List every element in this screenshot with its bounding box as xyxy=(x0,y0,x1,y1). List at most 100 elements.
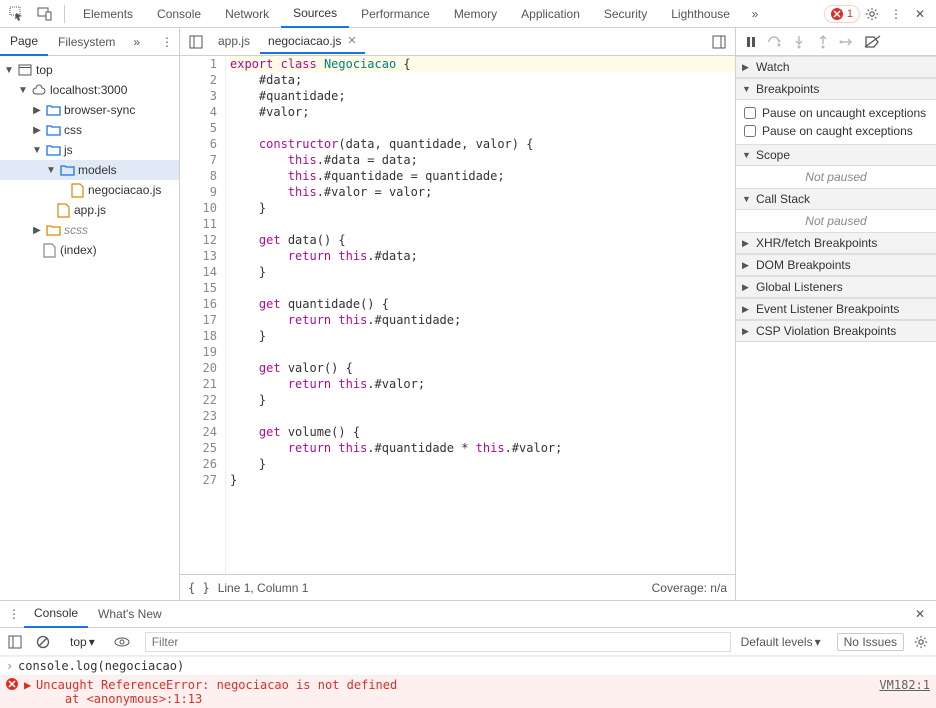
tree-label: top xyxy=(36,63,53,77)
drawer-tab-whatsnew[interactable]: What's New xyxy=(88,600,172,628)
folder-icon xyxy=(60,163,74,177)
close-devtools-icon[interactable]: ✕ xyxy=(908,2,932,26)
deactivate-breakpoints-icon[interactable] xyxy=(862,31,884,53)
context-selector[interactable]: top▾ xyxy=(66,635,99,649)
drawer-close-icon[interactable]: ✕ xyxy=(908,607,932,621)
step-out-icon[interactable] xyxy=(812,31,834,53)
pause-icon[interactable] xyxy=(740,31,762,53)
navigator-tab-filesystem[interactable]: Filesystem xyxy=(48,28,125,56)
tree-node-appjs[interactable]: app.js xyxy=(0,200,179,220)
error-message: Uncaught ReferenceError: negociacao is n… xyxy=(36,678,397,706)
console-input-line[interactable]: › console.log(negociacao) xyxy=(0,656,936,675)
line-gutter: 1234567891011121314151617181920212223242… xyxy=(180,56,226,574)
tree-label: scss xyxy=(64,223,88,237)
clear-console-icon[interactable] xyxy=(32,631,54,653)
tab-performance[interactable]: Performance xyxy=(349,0,442,28)
section-callstack[interactable]: ▼Call Stack xyxy=(736,188,936,210)
tree-node-js[interactable]: ▼ js xyxy=(0,140,179,160)
main-area: ▼ top ▼ localhost:3000 ▶ browser-sync ▶ … xyxy=(0,56,936,600)
navigator-tabs: Page Filesystem » ⋮ xyxy=(0,28,180,55)
checkbox-label: Pause on caught exceptions xyxy=(762,124,913,138)
window-icon xyxy=(18,63,32,77)
toggle-debugger-icon[interactable] xyxy=(707,30,731,54)
navigator-tab-page[interactable]: Page xyxy=(0,28,48,56)
error-source-link[interactable]: VM182:1 xyxy=(879,678,930,692)
tab-application[interactable]: Application xyxy=(509,0,592,28)
more-tabs-icon[interactable]: » xyxy=(742,1,768,27)
coverage-status: Coverage: n/a xyxy=(652,581,727,595)
navigator-kebab-icon[interactable]: ⋮ xyxy=(155,35,179,49)
cloud-icon xyxy=(32,83,46,97)
file-tab-negociacaojs[interactable]: negociacao.js ✕ xyxy=(260,30,365,54)
kebab-menu-icon[interactable]: ⋮ xyxy=(884,2,908,26)
console-sidebar-icon[interactable] xyxy=(4,631,26,653)
inspect-element-icon[interactable] xyxy=(4,1,30,27)
section-event[interactable]: ▶Event Listener Breakpoints xyxy=(736,298,936,320)
toggle-navigator-icon[interactable] xyxy=(184,30,208,54)
tree-label: app.js xyxy=(74,203,106,217)
editor-tabs: app.js negociacao.js ✕ xyxy=(180,28,736,55)
console-input-text: console.log(negociacao) xyxy=(18,659,184,673)
tree-node-models[interactable]: ▼ models xyxy=(0,160,179,180)
section-scope[interactable]: ▼Scope xyxy=(736,144,936,166)
tree-node-css[interactable]: ▶ css xyxy=(0,120,179,140)
drawer-tabs: ⋮ Console What's New ✕ xyxy=(0,600,936,628)
device-toggle-icon[interactable] xyxy=(32,1,58,27)
console-messages[interactable]: › console.log(negociacao) ▶ Uncaught Ref… xyxy=(0,656,936,708)
tree-node-index[interactable]: (index) xyxy=(0,240,179,260)
step-over-icon[interactable] xyxy=(764,31,786,53)
error-count-badge[interactable]: 1 xyxy=(824,5,860,23)
section-dom[interactable]: ▶DOM Breakpoints xyxy=(736,254,936,276)
settings-icon[interactable] xyxy=(860,2,884,26)
drawer-kebab-icon[interactable]: ⋮ xyxy=(4,607,24,621)
step-icon[interactable] xyxy=(836,31,858,53)
section-watch[interactable]: ▶Watch xyxy=(736,56,936,78)
log-levels-selector[interactable]: Default levels▾ xyxy=(737,635,825,649)
file-tab-appjs[interactable]: app.js xyxy=(210,30,258,54)
tree-node-top[interactable]: ▼ top xyxy=(0,60,179,80)
debugger-panel: ▶Watch ▼Breakpoints Pause on uncaught ex… xyxy=(736,56,936,600)
debugger-controls xyxy=(736,28,936,55)
code-editor[interactable]: 1234567891011121314151617181920212223242… xyxy=(180,56,735,574)
scope-not-paused: Not paused xyxy=(736,166,936,188)
cursor-position: Line 1, Column 1 xyxy=(218,581,309,595)
code-content[interactable]: export class Negociacao { #data; #quanti… xyxy=(226,56,735,574)
js-file-icon xyxy=(56,203,70,217)
section-global[interactable]: ▶Global Listeners xyxy=(736,276,936,298)
pause-caught-checkbox[interactable] xyxy=(744,125,756,137)
tab-security[interactable]: Security xyxy=(592,0,659,28)
pause-uncaught-checkbox[interactable] xyxy=(744,107,756,119)
tree-node-negociacaojs[interactable]: negociacao.js xyxy=(0,180,179,200)
pretty-print-icon[interactable]: { } xyxy=(188,581,210,595)
checkbox-label: Pause on uncaught exceptions xyxy=(762,106,926,120)
console-filter-input[interactable] xyxy=(145,632,731,652)
drawer-tab-console[interactable]: Console xyxy=(24,600,88,628)
console-error-line[interactable]: ▶ Uncaught ReferenceError: negociacao is… xyxy=(0,675,936,708)
tab-sources[interactable]: Sources xyxy=(281,0,349,28)
console-toolbar: top▾ Default levels▾ No Issues xyxy=(0,628,936,656)
tree-node-browsersync[interactable]: ▶ browser-sync xyxy=(0,100,179,120)
chevron-down-icon: ▾ xyxy=(89,635,95,649)
section-csp[interactable]: ▶CSP Violation Breakpoints xyxy=(736,320,936,342)
file-tree[interactable]: ▼ top ▼ localhost:3000 ▶ browser-sync ▶ … xyxy=(0,56,180,600)
step-into-icon[interactable] xyxy=(788,31,810,53)
tab-elements[interactable]: Elements xyxy=(71,0,145,28)
tab-lighthouse[interactable]: Lighthouse xyxy=(659,0,742,28)
section-breakpoints[interactable]: ▼Breakpoints xyxy=(736,78,936,100)
expand-chevron-icon[interactable]: ▶ xyxy=(24,678,36,692)
tree-label: negociacao.js xyxy=(88,183,161,197)
tree-node-origin[interactable]: ▼ localhost:3000 xyxy=(0,80,179,100)
navigator-more-icon[interactable]: » xyxy=(129,35,144,49)
close-tab-icon[interactable]: ✕ xyxy=(347,34,356,47)
folder-icon xyxy=(46,123,60,137)
console-settings-icon[interactable] xyxy=(910,631,932,653)
js-file-icon xyxy=(70,183,84,197)
live-expression-icon[interactable] xyxy=(111,631,133,653)
tab-network[interactable]: Network xyxy=(213,0,281,28)
section-xhr[interactable]: ▶XHR/fetch Breakpoints xyxy=(736,232,936,254)
error-count: 1 xyxy=(847,8,853,20)
tab-console[interactable]: Console xyxy=(145,0,213,28)
issues-badge[interactable]: No Issues xyxy=(837,633,904,651)
tree-node-scss[interactable]: ▶ scss xyxy=(0,220,179,240)
tab-memory[interactable]: Memory xyxy=(442,0,509,28)
